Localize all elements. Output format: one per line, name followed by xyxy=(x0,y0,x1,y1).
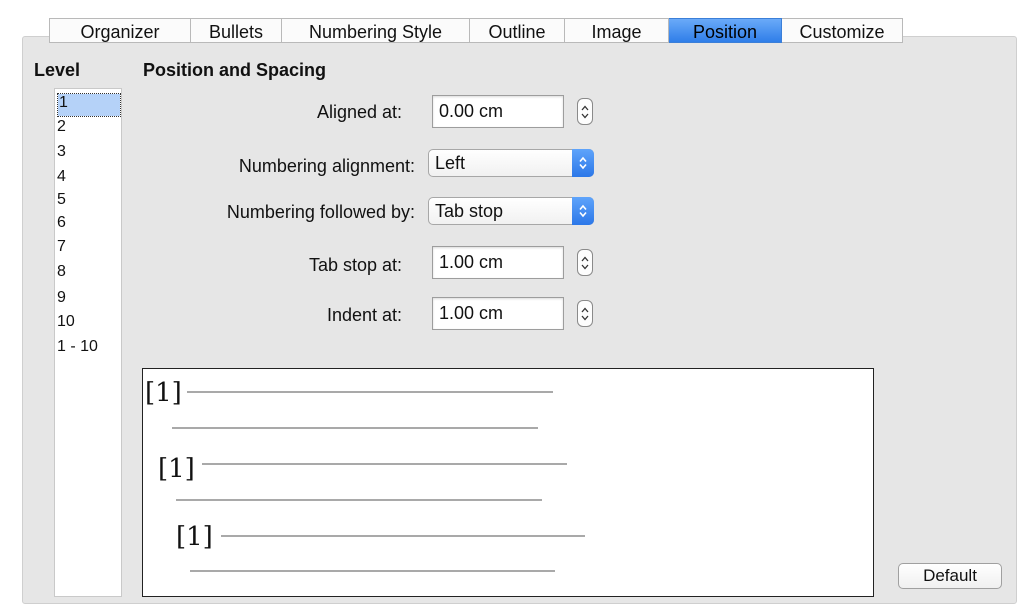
preview-line xyxy=(187,391,553,393)
tab-image[interactable]: Image xyxy=(565,18,669,43)
indent-at-input[interactable]: 1.00 cm xyxy=(432,297,564,330)
tab-stop-at-spinner[interactable] xyxy=(577,249,593,276)
level-item-7[interactable]: 7 xyxy=(57,239,66,255)
tab-customize[interactable]: Customize xyxy=(782,18,903,43)
spinner-arrows-icon xyxy=(581,307,589,320)
preview-line xyxy=(221,535,585,537)
aligned-at-spinner[interactable] xyxy=(577,98,593,125)
level-item-1-10[interactable]: 1 - 10 xyxy=(57,339,98,355)
level-item-1[interactable]: 1 xyxy=(57,93,121,117)
chevron-updown-icon xyxy=(572,149,594,177)
level-list[interactable]: 1 2 3 4 5 6 7 8 9 10 1 - 10 xyxy=(54,88,122,597)
level-item-3[interactable]: 3 xyxy=(57,144,66,160)
tab-organizer[interactable]: Organizer xyxy=(49,18,191,43)
level-label: Level xyxy=(34,60,81,80)
numbering-preview: [1] [1] [1] xyxy=(142,368,874,597)
preview-line xyxy=(190,570,555,572)
spinner-arrows-icon xyxy=(581,256,589,269)
tab-numbering-style[interactable]: Numbering Style xyxy=(282,18,470,43)
numbering-alignment-label: Numbering alignment: xyxy=(238,156,415,176)
preview-number-level-2: [1] xyxy=(158,454,195,484)
preview-line xyxy=(172,427,538,429)
level-item-4[interactable]: 4 xyxy=(57,169,66,185)
numbering-alignment-select[interactable]: Left xyxy=(428,149,594,177)
indent-at-label: Indent at: xyxy=(326,305,402,325)
indent-at-spinner[interactable] xyxy=(577,300,593,327)
level-item-8[interactable]: 8 xyxy=(57,264,66,280)
spinner-arrows-icon xyxy=(581,105,589,118)
level-item-2[interactable]: 2 xyxy=(57,119,66,135)
level-item-9[interactable]: 9 xyxy=(57,290,66,306)
preview-number-level-3: [1] xyxy=(176,522,213,552)
aligned-at-label: Aligned at: xyxy=(316,102,402,122)
preview-line xyxy=(202,463,567,465)
level-item-6[interactable]: 6 xyxy=(57,215,66,231)
tab-stop-at-label: Tab stop at: xyxy=(308,255,402,275)
tab-position[interactable]: Position xyxy=(669,18,782,43)
numbering-followed-by-select[interactable]: Tab stop xyxy=(428,197,594,225)
chevron-updown-icon xyxy=(572,197,594,225)
preview-line xyxy=(176,499,542,501)
section-title: Position and Spacing xyxy=(143,60,327,80)
tab-bar: Organizer Bullets Numbering Style Outlin… xyxy=(49,18,903,44)
numbering-followed-by-value: Tab stop xyxy=(435,201,504,221)
default-button[interactable]: Default xyxy=(898,563,1002,589)
level-item-10[interactable]: 10 xyxy=(57,314,75,330)
preview-number-level-1: [1] xyxy=(145,378,182,408)
level-item-5[interactable]: 5 xyxy=(57,192,66,208)
tab-outline[interactable]: Outline xyxy=(470,18,565,43)
tab-stop-at-input[interactable]: 1.00 cm xyxy=(432,246,564,279)
numbering-alignment-value: Left xyxy=(435,153,466,173)
numbering-followed-by-label: Numbering followed by: xyxy=(226,202,415,222)
tab-bullets[interactable]: Bullets xyxy=(191,18,282,43)
aligned-at-input[interactable]: 0.00 cm xyxy=(432,95,564,128)
